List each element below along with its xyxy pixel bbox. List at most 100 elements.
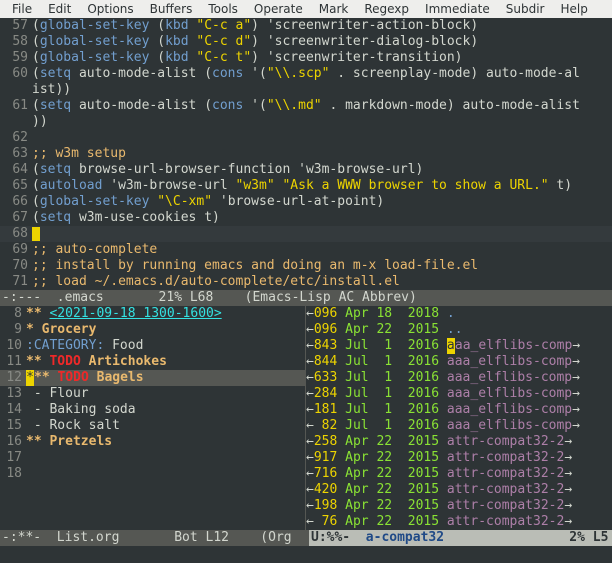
line-number: 70 (0, 258, 32, 274)
line-number: 63 (0, 146, 32, 162)
cursor: * (26, 370, 34, 386)
left-arrow-icon: ← (306, 514, 314, 529)
menu-item[interactable]: File (4, 1, 40, 17)
dired-row[interactable]: ←917 Apr 22 2015 attr-compat32-2→ (306, 450, 612, 466)
menubar: FileEditOptionsBuffersToolsOperateMarkRe… (0, 0, 612, 18)
code-text: (setq auto-mode-alist (cons '("\\.scp" .… (32, 66, 580, 82)
dired-row[interactable]: ←284 Jul 1 2016 aaa_elflibs-comp→ (306, 386, 612, 402)
left-arrow-icon: ← (306, 482, 314, 497)
right-arrow-icon: → (572, 338, 580, 353)
code-line: 64(setq browse-url-browser-function 'w3m… (0, 162, 612, 178)
menu-item[interactable]: Mark (311, 1, 357, 17)
modeline-bottom-right: U:%%- a-compat32 2% L5 (309, 530, 612, 546)
line-number: 16 (0, 434, 26, 450)
right-arrow-icon: → (564, 466, 572, 481)
code-text: (global-set-key "\C-xm" 'browse-url-at-p… (32, 194, 384, 210)
code-line: 70;; install by running emacs and doing … (0, 258, 612, 274)
dired-row[interactable]: ←633 Jul 1 2016 aaa_elflibs-comp→ (306, 370, 612, 386)
code-line: 57(global-set-key (kbd "C-c a") 'screenw… (0, 18, 612, 34)
code-line: 65(autoload 'w3m-browse-url "w3m" "Ask a… (0, 178, 612, 194)
line-number: 8 (0, 306, 26, 322)
filename: attr-compat32-2 (447, 466, 564, 481)
menu-item[interactable]: Options (79, 1, 141, 17)
modeline-top: -:--- .emacs 21% L68 (Emacs-Lisp AC Abbr… (0, 290, 612, 306)
code-text (32, 226, 40, 242)
filename: attr-compat32-2 (447, 498, 564, 513)
org-line: 16** Pretzels (0, 434, 305, 450)
code-pane-emacs[interactable]: 57(global-set-key (kbd "C-c a") 'screenw… (0, 18, 612, 290)
line-number: 58 (0, 34, 32, 50)
bottom-split: 8** <2021-09-18 1300-1600>9* Grocery10:C… (0, 306, 612, 530)
dired-row[interactable]: ←420 Apr 22 2015 attr-compat32-2→ (306, 482, 612, 498)
menu-item[interactable]: Tools (200, 1, 246, 17)
line-number: 66 (0, 194, 32, 210)
left-arrow-icon: ← (306, 466, 314, 481)
right-arrow-icon: → (572, 386, 580, 401)
filename: . (447, 306, 455, 321)
right-arrow-icon: → (564, 434, 572, 449)
org-text: ** TODO Artichokes (26, 354, 167, 370)
org-line: 13 - Flour (0, 386, 305, 402)
left-arrow-icon: ← (306, 450, 314, 465)
dired-row[interactable]: ←844 Jul 1 2016 aaa_elflibs-comp→ (306, 354, 612, 370)
code-line: 71;; load ~/.emacs.d/auto-complete/etc/i… (0, 274, 612, 290)
line-number: 65 (0, 178, 32, 194)
dired-row[interactable]: ←096 Apr 22 2015 .. (306, 322, 612, 338)
dired-row[interactable]: ←096 Apr 18 2018 . (306, 306, 612, 322)
dired-row[interactable]: ←181 Jul 1 2016 aaa_elflibs-comp→ (306, 402, 612, 418)
menu-item[interactable]: Edit (40, 1, 79, 17)
menu-item[interactable]: Regexp (356, 1, 417, 17)
menu-item[interactable]: Help (552, 1, 595, 17)
org-pane[interactable]: 8** <2021-09-18 1300-1600>9* Grocery10:C… (0, 306, 306, 530)
dired-row[interactable]: ← 76 Apr 22 2015 attr-compat32-2→ (306, 514, 612, 530)
right-arrow-icon: → (564, 514, 572, 529)
org-line: 10:CATEGORY: Food (0, 338, 305, 354)
dired-row[interactable]: ←198 Apr 22 2015 attr-compat32-2→ (306, 498, 612, 514)
code-line: ist)) (0, 82, 612, 98)
right-arrow-icon: → (572, 370, 580, 385)
code-line: 66(global-set-key "\C-xm" 'browse-url-at… (0, 194, 612, 210)
modeline-bottom: -:**- List.org Bot L12 (Org U:%%- a-comp… (0, 530, 612, 546)
line-number: 67 (0, 210, 32, 226)
org-line: 14 - Baking soda (0, 402, 305, 418)
org-text: - Flour (26, 386, 89, 402)
org-line: 15 - Rock salt (0, 418, 305, 434)
menu-item[interactable]: Subdir (498, 1, 553, 17)
line-number: 17 (0, 450, 26, 466)
org-text: :CATEGORY: Food (26, 338, 143, 354)
filename: attr-compat32-2 (447, 450, 564, 465)
left-arrow-icon: ← (306, 386, 314, 401)
cursor: a (447, 338, 455, 354)
code-line: 63;; w3m setup (0, 146, 612, 162)
menu-item[interactable]: Buffers (142, 1, 201, 17)
left-arrow-icon: ← (306, 498, 314, 513)
dired-row[interactable]: ←716 Apr 22 2015 attr-compat32-2→ (306, 466, 612, 482)
menu-item[interactable]: Immediate (417, 1, 498, 17)
line-number (0, 82, 32, 98)
org-text: - Rock salt (26, 418, 120, 434)
dired-pane[interactable]: ←096 Apr 18 2018 .←096 Apr 22 2015 ..←84… (306, 306, 612, 530)
code-line: 59(global-set-key (kbd "C-c t") 'screenw… (0, 50, 612, 66)
left-arrow-icon: ← (306, 354, 314, 369)
line-number (0, 114, 32, 130)
code-line: 67(setq w3m-use-cookies t) (0, 210, 612, 226)
line-number: 64 (0, 162, 32, 178)
line-number: 11 (0, 354, 26, 370)
code-text: ;; auto-complete (32, 242, 157, 258)
dired-row[interactable]: ←843 Jul 1 2016 aaa_elflibs-comp→ (306, 338, 612, 354)
code-text: ;; install by running emacs and doing an… (32, 258, 478, 274)
code-text: ;; load ~/.emacs.d/auto-complete/etc/ins… (32, 274, 400, 290)
org-line: 9* Grocery (0, 322, 305, 338)
filename: attr-compat32-2 (447, 434, 564, 449)
left-arrow-icon: ← (306, 402, 314, 417)
org-text: * Grocery (26, 322, 96, 338)
line-number: 14 (0, 402, 26, 418)
filename: aaa_elflibs-comp (447, 370, 572, 385)
filename: attr-compat32-2 (447, 514, 564, 529)
menu-item[interactable]: Operate (246, 1, 311, 17)
dired-row[interactable]: ←258 Apr 22 2015 attr-compat32-2→ (306, 434, 612, 450)
code-text: ;; w3m setup (32, 146, 126, 162)
line-number: 15 (0, 418, 26, 434)
dired-row[interactable]: ← 82 Jul 1 2016 aaa_elflibs-comp→ (306, 418, 612, 434)
code-text: ist)) (32, 82, 71, 98)
